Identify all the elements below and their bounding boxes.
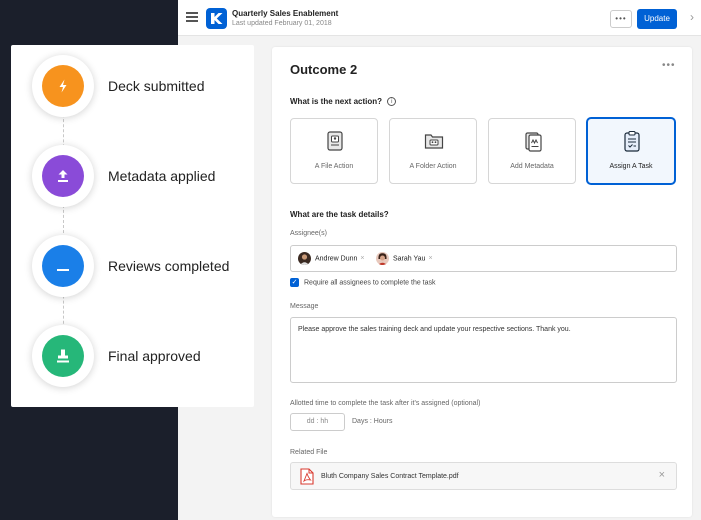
timeline-step: Deck submitted xyxy=(11,49,254,129)
action-file[interactable]: A File Action xyxy=(290,118,378,184)
timeline-step: Reviews completed xyxy=(11,229,254,309)
card-more-button[interactable]: ••• xyxy=(662,60,676,71)
avatar xyxy=(298,252,311,265)
chevron-right-icon[interactable]: › xyxy=(690,10,694,24)
hamburger-menu-icon[interactable] xyxy=(186,12,198,22)
task-details-heading: What are the task details? xyxy=(290,210,389,219)
action-assign-task-label: Assign A Task xyxy=(609,163,653,170)
step-badge xyxy=(42,155,84,197)
action-file-label: A File Action xyxy=(314,163,354,170)
next-action-question: What is the next action? i xyxy=(290,97,397,107)
step-badge xyxy=(42,245,84,287)
minus-icon xyxy=(57,269,69,271)
action-assign-task[interactable]: Assign A Task xyxy=(587,118,675,184)
next-action-label: What is the next action? xyxy=(290,97,383,106)
step-badge xyxy=(42,335,84,377)
upload-icon xyxy=(58,170,68,182)
related-file-label: Related File xyxy=(290,449,328,456)
last-updated-text: Last updated February 01, 2018 xyxy=(232,20,332,27)
assignee-name: Sarah Yau xyxy=(393,255,426,263)
timeline-step: Final approved xyxy=(11,319,254,399)
assignees-label: Assignee(s) xyxy=(290,230,327,237)
require-all-checkbox[interactable]: ✓ xyxy=(290,278,299,287)
step-label: Reviews completed xyxy=(108,258,230,274)
clipboard-icon xyxy=(624,131,640,152)
workflow-timeline: Deck submitted Metadata applied Reviews … xyxy=(11,45,254,407)
related-file-name: Bluth Company Sales Contract Template.pd… xyxy=(321,473,459,480)
stamp-icon xyxy=(57,349,69,363)
step-label: Deck submitted xyxy=(108,78,205,94)
action-metadata-label: Add Metadata xyxy=(510,163,554,170)
assignee-chip: Sarah Yau × xyxy=(376,252,433,266)
assignee-chip: Andrew Dunn × xyxy=(298,252,365,266)
action-folder-label: A Folder Action xyxy=(409,163,457,170)
step-label: Final approved xyxy=(108,348,201,364)
require-all-row: ✓ Require all assignees to complete the t… xyxy=(290,278,436,288)
step-badge xyxy=(42,65,84,107)
message-textarea[interactable]: Please approve the sales training deck a… xyxy=(290,317,677,383)
message-label: Message xyxy=(290,303,319,310)
action-folder[interactable]: A Folder Action xyxy=(389,118,477,184)
top-bar: Quarterly Sales Enablement Last updated … xyxy=(178,0,701,36)
step-label: Metadata applied xyxy=(108,168,216,184)
assignee-name: Andrew Dunn xyxy=(315,255,358,263)
time-units-label: Days : Hours xyxy=(352,418,393,425)
allotted-time-label: Allotted time to complete the task after… xyxy=(290,400,481,407)
require-all-label: Require all assignees to complete the ta… xyxy=(304,279,436,287)
app-window: Quarterly Sales Enablement Last updated … xyxy=(178,0,701,520)
folder-icon xyxy=(424,134,444,149)
outcome-card: Outcome 2 ••• What is the next action? i… xyxy=(272,47,692,517)
assignees-input[interactable]: Andrew Dunn × Sarah Yau × xyxy=(290,245,677,272)
file-icon xyxy=(327,131,343,151)
more-options-button[interactable]: ••• xyxy=(610,10,632,28)
allotted-time-input[interactable]: dd : hh xyxy=(290,413,345,431)
info-icon[interactable]: i xyxy=(387,97,397,107)
remove-file-icon[interactable]: × xyxy=(659,470,665,481)
update-button[interactable]: Update xyxy=(637,9,677,29)
remove-assignee-icon[interactable]: × xyxy=(360,255,364,262)
outcome-title: Outcome 2 xyxy=(290,62,358,77)
action-metadata[interactable]: Add Metadata xyxy=(488,118,576,184)
related-file-row[interactable]: Bluth Company Sales Contract Template.pd… xyxy=(290,462,677,490)
document-title: Quarterly Sales Enablement xyxy=(232,9,339,18)
remove-assignee-icon[interactable]: × xyxy=(428,255,432,262)
avatar xyxy=(376,252,389,265)
lightning-icon xyxy=(59,79,67,93)
app-logo xyxy=(206,8,227,29)
timeline-step: Metadata applied xyxy=(11,139,254,219)
metadata-icon xyxy=(525,132,542,152)
pdf-icon xyxy=(300,468,314,485)
